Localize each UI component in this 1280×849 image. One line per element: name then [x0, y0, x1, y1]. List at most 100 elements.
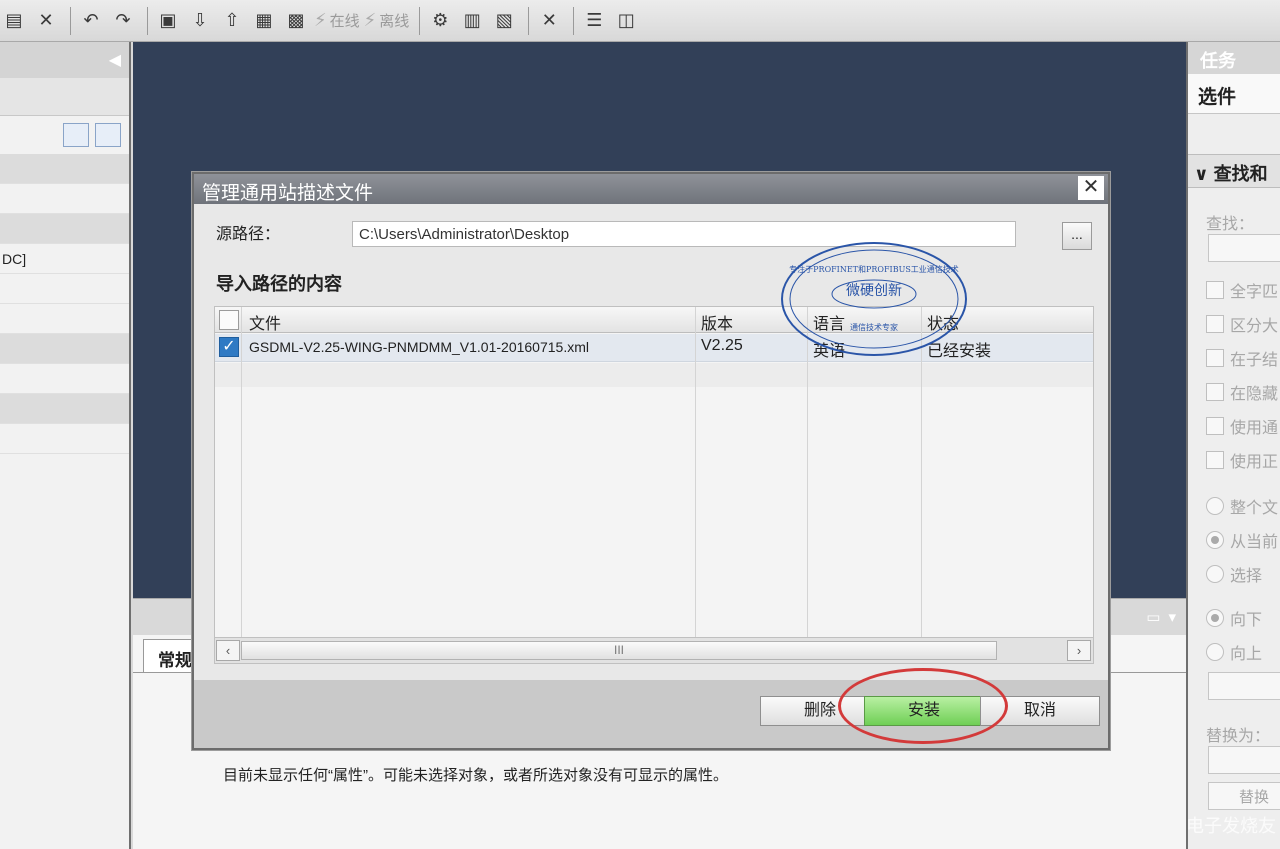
tree-row[interactable] — [0, 154, 129, 184]
option-label: 使用正 — [1230, 454, 1279, 471]
dialog-title-bar: 管理通用站描述文件 ✕ — [194, 174, 1108, 204]
close-icon[interactable]: ✕ — [1078, 176, 1104, 200]
scope-from-current[interactable]: 从当前 — [1206, 528, 1278, 552]
tree-row[interactable] — [0, 274, 129, 304]
checkbox[interactable] — [1206, 451, 1224, 469]
browse-button[interactable]: ... — [1062, 222, 1092, 250]
option-label: 使用通 — [1230, 420, 1279, 437]
minimize-icon[interactable]: ▾ — [1168, 608, 1176, 626]
tree-row[interactable] — [0, 364, 129, 394]
option-match-case[interactable]: 区分大 — [1206, 312, 1278, 336]
go-online-icon[interactable]: ⚡ 在线 — [314, 5, 360, 37]
option-label: 区分大 — [1230, 318, 1279, 335]
accessible-devices-icon[interactable]: ⚙ — [426, 5, 454, 37]
chevron-down-icon: ∨ — [1194, 164, 1214, 184]
upload-icon[interactable]: ⇧ — [218, 5, 246, 37]
column-header-file[interactable]: 文件 — [243, 307, 695, 332]
checkbox[interactable] — [1206, 281, 1224, 299]
panel-subheader — [0, 78, 129, 116]
paste-icon[interactable]: ▤ — [0, 5, 28, 37]
stamp-top-text: 专注于PROFINET和PROFIBUS工业通信技术 — [789, 265, 959, 274]
inspector-message: 目前未显示任何“属性”。可能未选择对象，或者所选对象没有可显示的属性。 — [223, 767, 728, 784]
replace-button[interactable]: 替换 — [1208, 782, 1280, 810]
option-label: 向上 — [1230, 646, 1263, 663]
find-replace-label: 查找和 — [1213, 164, 1268, 184]
option-label: 全字匹 — [1230, 284, 1279, 301]
scroll-thumb[interactable]: III — [241, 641, 997, 660]
manage-gsd-dialog: 管理通用站描述文件 ✕ 源路径： C:\Users\Administrator\… — [192, 172, 1110, 750]
option-substructures[interactable]: 在子结 — [1206, 346, 1278, 370]
radio[interactable] — [1206, 609, 1224, 627]
view-toggle-icon[interactable] — [63, 123, 89, 147]
row-checkbox[interactable]: ✓ — [219, 337, 239, 357]
panel-tools — [0, 116, 129, 154]
radio[interactable] — [1206, 565, 1224, 583]
replace-input[interactable] — [1208, 746, 1280, 774]
highlight-ring — [838, 668, 1008, 744]
scope-whole-document[interactable]: 整个文 — [1206, 494, 1278, 518]
tasks-panel: 任务 选件 ∨ 查找和 查找： 全字匹 区分大 在子结 在隐藏 使用通 使用正 … — [1186, 42, 1280, 849]
radio[interactable] — [1206, 643, 1224, 661]
direction-up[interactable]: 向上 — [1206, 640, 1262, 664]
option-label: 在隐藏 — [1230, 386, 1279, 403]
scope-selection[interactable]: 选择 — [1206, 562, 1262, 586]
tree-row[interactable] — [0, 184, 129, 214]
select-all-checkbox[interactable] — [219, 310, 239, 330]
watermark: 电子发烧友 — [1186, 816, 1276, 836]
option-hidden[interactable]: 在隐藏 — [1206, 380, 1278, 404]
horizontal-scrollbar[interactable]: ‹ III › — [215, 637, 1093, 663]
option-label: 向下 — [1230, 612, 1263, 629]
delete-icon[interactable]: ✕ — [32, 5, 60, 37]
file-cell: GSDML-V2.25-WING-PNMDMM_V1.01-20160715.x… — [249, 339, 589, 355]
checkbox[interactable] — [1206, 315, 1224, 333]
option-wildcards[interactable]: 使用通 — [1206, 414, 1278, 438]
direction-down[interactable]: 向下 — [1206, 606, 1262, 630]
tree-row[interactable]: DC] — [0, 244, 129, 274]
project-tree-panel: ◀ DC] — [0, 42, 131, 849]
tree-row[interactable] — [0, 394, 129, 424]
tree-row[interactable] — [0, 424, 129, 454]
find-input[interactable] — [1208, 234, 1280, 262]
source-path-label: 源路径： — [216, 226, 281, 243]
main-toolbar: ▤ ✕ ↶ ↷ ▣ ⇩ ⇧ ▦ ▩ ⚡ 在线 ⚡ 离线 ⚙ ▥ ▧ ✕ ☰ ◫ — [0, 0, 1280, 42]
cross-reference-icon[interactable]: ▥ — [458, 5, 486, 37]
toolbar-separator — [70, 6, 71, 35]
option-whole-word[interactable]: 全字匹 — [1206, 278, 1278, 302]
find-button[interactable] — [1208, 672, 1280, 700]
toolbar-separator — [419, 6, 421, 35]
toolbar-separator — [147, 6, 148, 35]
column-divider — [241, 307, 242, 637]
sync-icon[interactable] — [95, 123, 121, 147]
close-editor-icon[interactable]: ✕ — [535, 5, 563, 37]
option-label: 从当前 — [1230, 534, 1279, 551]
split-horizontal-icon[interactable]: ☰ — [580, 5, 608, 37]
redo-icon[interactable]: ↷ — [109, 5, 137, 37]
download-icon[interactable]: ⇩ — [186, 5, 214, 37]
go-offline-label: 离线 — [379, 13, 410, 30]
maximize-icon[interactable]: ▭ — [1146, 608, 1160, 626]
find-replace-section[interactable]: ∨ 查找和 — [1188, 154, 1280, 188]
compile-icon[interactable]: ▣ — [154, 5, 182, 37]
undo-icon[interactable]: ↶ — [77, 5, 105, 37]
simulation-icon[interactable]: ▦ — [250, 5, 278, 37]
checkbox[interactable] — [1206, 349, 1224, 367]
scroll-right-icon[interactable]: › — [1067, 640, 1091, 661]
radio[interactable] — [1206, 497, 1224, 515]
checkbox[interactable] — [1206, 383, 1224, 401]
go-offline-icon[interactable]: ⚡ 离线 — [364, 5, 410, 37]
tree-row[interactable] — [0, 334, 129, 364]
option-regex[interactable]: 使用正 — [1206, 448, 1278, 472]
split-vertical-icon[interactable]: ◫ — [612, 5, 640, 37]
split-editor-icon[interactable]: ▧ — [490, 5, 518, 37]
scroll-left-icon[interactable]: ‹ — [216, 640, 240, 661]
option-label: 选择 — [1230, 568, 1263, 585]
collapse-left-icon[interactable]: ◀ — [109, 50, 121, 70]
toolbar-separator — [528, 6, 530, 35]
tree-row[interactable] — [0, 214, 129, 244]
save-icon[interactable]: ▩ — [282, 5, 310, 37]
stamp-bottom-text: 通信技术专家 — [850, 323, 898, 332]
stamp-center-text: 微硬创新 — [846, 283, 902, 299]
radio[interactable] — [1206, 531, 1224, 549]
tree-row[interactable] — [0, 304, 129, 334]
checkbox[interactable] — [1206, 417, 1224, 435]
